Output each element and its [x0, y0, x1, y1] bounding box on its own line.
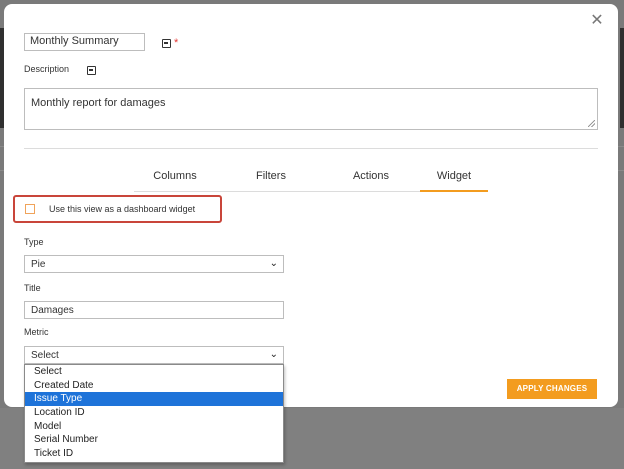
tab-active-indicator [420, 190, 488, 192]
metric-option[interactable]: Location ID [25, 406, 283, 420]
dashboard-widget-checkbox[interactable] [25, 204, 35, 214]
metric-option-highlighted[interactable]: Issue Type [25, 392, 283, 407]
divider [24, 148, 598, 149]
metric-selected-value: Select [31, 350, 59, 361]
title-label: Title [24, 283, 41, 293]
close-icon[interactable]: ✕ [590, 13, 604, 29]
description-label: Description [24, 64, 70, 74]
tab-filters[interactable]: Filters [251, 170, 291, 182]
description-text: Monthly report for damages [31, 97, 166, 109]
dashboard-widget-label[interactable]: Use this view as a dashboard widget [49, 204, 195, 214]
metric-option[interactable]: Created Date [25, 379, 283, 393]
type-label: Type [24, 237, 44, 247]
edit-view-modal: ✕ Monthly Summary * Description Monthly … [4, 4, 618, 407]
metric-label: Metric [24, 327, 49, 337]
metric-option[interactable]: Ticket ID [25, 447, 283, 461]
save-icon [162, 39, 171, 48]
metric-option[interactable]: Model [25, 420, 283, 434]
apply-changes-button[interactable]: APPLY CHANGES [507, 379, 597, 399]
type-selected-value: Pie [31, 259, 46, 270]
tab-actions[interactable]: Actions [346, 170, 396, 182]
background-strip-right [620, 28, 624, 128]
metric-option[interactable]: Serial Number [25, 433, 283, 447]
tab-columns[interactable]: Columns [150, 170, 200, 182]
description-textarea[interactable]: Monthly report for damages [24, 88, 598, 130]
type-select[interactable]: Pie ⌄ [24, 255, 284, 273]
view-name-input[interactable]: Monthly Summary [24, 33, 145, 51]
metric-dropdown-list: Select Created Date Issue Type Location … [24, 364, 284, 463]
metric-select[interactable]: Select ⌄ [24, 346, 284, 364]
chevron-down-icon: ⌄ [269, 349, 278, 360]
save-icon [87, 66, 96, 75]
chevron-down-icon: ⌄ [269, 258, 278, 269]
tab-widget[interactable]: Widget [433, 170, 475, 182]
required-marker: * [174, 37, 179, 49]
metric-option[interactable]: Select [25, 365, 283, 379]
resize-handle-icon[interactable] [588, 120, 595, 127]
title-input[interactable]: Damages [24, 301, 284, 319]
dashboard-widget-option: Use this view as a dashboard widget [13, 195, 222, 223]
tab-bar: Columns Filters Actions Widget [134, 167, 488, 192]
